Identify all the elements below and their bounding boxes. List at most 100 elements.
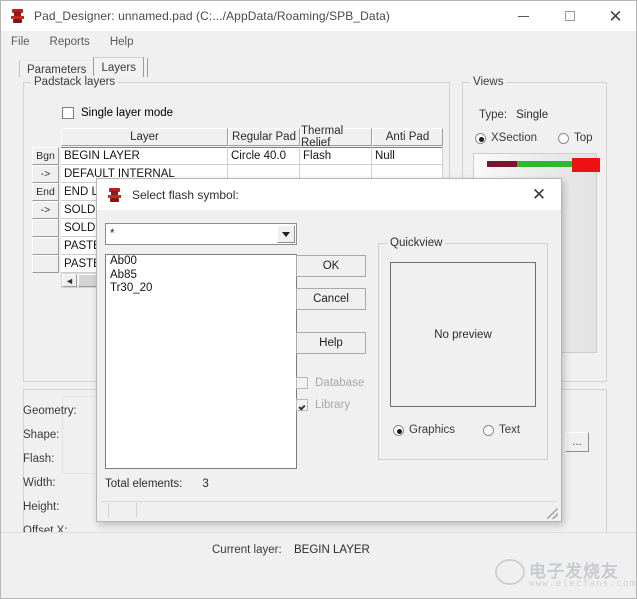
tab-strip: Parameters Layers <box>19 57 148 77</box>
table-row[interactable]: Bgn BEGIN LAYER Circle 40.0 Flash Null <box>32 147 443 165</box>
cell-thermal-relief[interactable]: Flash <box>300 147 372 165</box>
label-height: Height: <box>23 501 60 513</box>
views-radio-group: XSection Top <box>475 132 593 144</box>
dialog-body: * Ab00 Ab85 Tr30_20 Total elements: 3 OK … <box>97 210 561 521</box>
pad-designer-icon <box>10 8 26 24</box>
list-item[interactable]: Ab85 <box>106 269 296 283</box>
radio-xsection[interactable]: XSection <box>475 132 537 144</box>
pad-designer-window: Pad_Designer: unnamed.pad (C:.../AppData… <box>0 0 637 599</box>
dialog-title: Select flash symbol: <box>132 187 239 202</box>
views-type-value: Single <box>516 109 549 121</box>
cell-layer[interactable]: BEGIN LAYER <box>61 147 228 165</box>
resize-grip-icon[interactable] <box>547 508 558 519</box>
row-button-bgn[interactable]: Bgn <box>32 147 59 165</box>
label-width: Width: <box>23 477 56 489</box>
total-elements-count: 3 <box>202 478 209 490</box>
quickview-radio-group: Graphics Text <box>393 424 520 436</box>
column-header-layer[interactable]: Layer <box>61 128 228 146</box>
symbol-list[interactable]: Ab00 Ab85 Tr30_20 <box>105 254 297 469</box>
column-header-anti-pad[interactable]: Anti Pad <box>372 128 443 146</box>
label-flash: Flash: <box>23 453 55 465</box>
maximize-button[interactable] <box>547 1 592 31</box>
single-layer-mode-label: Single layer mode <box>81 107 174 119</box>
filter-input[interactable]: * <box>106 228 114 240</box>
single-layer-mode-checkbox[interactable] <box>62 107 74 119</box>
label-shape: Shape: <box>23 429 60 441</box>
radio-graphics[interactable]: Graphics <box>393 424 455 436</box>
row-button-next-1[interactable]: -> <box>32 165 59 183</box>
watermark-url: www.elecfans.com <box>529 579 637 589</box>
current-layer-value: BEGIN LAYER <box>294 543 370 556</box>
radio-xsection-label: XSection <box>491 132 538 144</box>
tab-parameters[interactable]: Parameters <box>19 60 94 77</box>
browse-button[interactable]: ... <box>565 432 589 452</box>
library-checkbox <box>296 399 308 411</box>
views-type-label: Type: <box>479 109 508 121</box>
radio-top-label: Top <box>574 132 593 144</box>
database-label: Database <box>315 377 365 389</box>
pad-designer-icon <box>107 187 123 203</box>
preview-area: No preview <box>390 262 536 407</box>
radio-top[interactable]: Top <box>558 132 593 144</box>
quickview-legend: Quickview <box>387 237 446 249</box>
menu-item-file[interactable]: File <box>1 34 40 50</box>
database-checkbox-row: Database <box>296 377 364 389</box>
quickview-group: Quickview No preview Graphics Text <box>378 237 548 460</box>
xsection-red-block <box>572 158 600 172</box>
status-bar: Current layer: BEGIN LAYER <box>1 532 636 566</box>
radio-graphics-icon[interactable] <box>393 424 404 436</box>
grid-header-row: Layer Regular Pad Thermal Relief Anti Pa… <box>61 125 443 149</box>
library-checkbox-row: Library <box>296 399 350 411</box>
title-bar: Pad_Designer: unnamed.pad (C:.../AppData… <box>1 1 636 31</box>
row-button-blank-1[interactable] <box>32 219 59 237</box>
filter-combobox[interactable]: * <box>105 223 297 245</box>
ok-button[interactable]: OK <box>296 255 366 277</box>
close-icon[interactable]: ✕ <box>593 1 636 31</box>
radio-xsection-icon[interactable] <box>475 132 486 144</box>
dialog-title-bar: Select flash symbol: ✕ <box>97 179 561 210</box>
window-title: Pad_Designer: unnamed.pad (C:.../AppData… <box>34 9 390 23</box>
radio-text[interactable]: Text <box>483 424 520 436</box>
dialog-close-icon[interactable]: ✕ <box>517 179 561 210</box>
column-header-thermal-relief[interactable]: Thermal Relief <box>300 125 372 149</box>
database-checkbox <box>296 377 308 389</box>
tab-separator <box>146 58 148 77</box>
cell-anti-pad[interactable]: Null <box>372 147 443 165</box>
scroll-left-arrow-icon[interactable]: ◄ <box>62 274 77 287</box>
library-label: Library <box>315 399 351 411</box>
dialog-status-cell-1 <box>101 502 109 517</box>
current-layer-label: Current layer: <box>212 543 282 556</box>
xsection-darkred-bar <box>487 161 517 167</box>
preview-placeholder-text: No preview <box>434 328 492 341</box>
tab-layers[interactable]: Layers <box>93 57 144 77</box>
chevron-down-icon[interactable] <box>277 225 295 243</box>
menu-item-reports[interactable]: Reports <box>40 34 100 50</box>
menu-bar: File Reports Help <box>1 31 636 53</box>
column-header-regular-pad[interactable]: Regular Pad <box>228 128 300 146</box>
list-item[interactable]: Tr30_20 <box>106 282 296 296</box>
total-elements-label: Total elements: <box>105 478 183 490</box>
row-button-next-2[interactable]: -> <box>32 201 59 219</box>
views-legend: Views <box>470 76 507 88</box>
cell-regular-pad[interactable]: Circle 40.0 <box>228 147 300 165</box>
cancel-button[interactable]: Cancel <box>296 288 366 310</box>
menu-item-help[interactable]: Help <box>100 34 144 50</box>
radio-top-icon[interactable] <box>558 132 570 144</box>
radio-graphics-label: Graphics <box>409 424 456 436</box>
label-geometry: Geometry: <box>23 405 77 417</box>
views-type-row: Type: Single <box>479 109 548 121</box>
radio-text-icon[interactable] <box>483 424 495 436</box>
minimize-button[interactable] <box>501 1 546 31</box>
radio-text-label: Text <box>499 424 521 436</box>
total-elements-row: Total elements: 3 <box>105 478 209 490</box>
list-item[interactable]: Ab00 <box>106 255 296 269</box>
single-layer-mode-row[interactable]: Single layer mode <box>62 107 173 119</box>
help-button[interactable]: Help <box>296 332 366 354</box>
dialog-status-bar <box>101 501 557 517</box>
padstack-layers-legend: Padstack layers <box>31 76 119 88</box>
row-button-blank-2[interactable] <box>32 237 59 255</box>
dialog-status-cell-2 <box>109 502 137 517</box>
row-button-blank-3[interactable] <box>32 255 59 273</box>
row-button-end[interactable]: End <box>32 183 59 201</box>
select-flash-symbol-dialog: Select flash symbol: ✕ * Ab00 Ab85 Tr30_… <box>96 178 562 522</box>
